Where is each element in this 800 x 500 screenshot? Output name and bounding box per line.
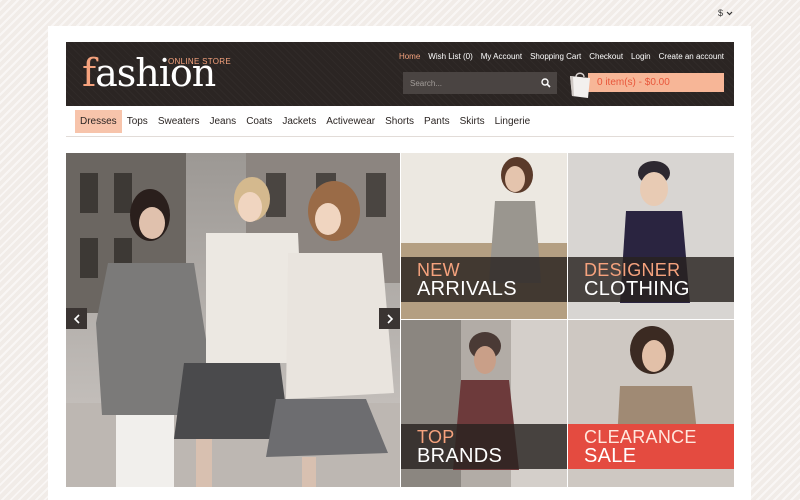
nav-skirts[interactable]: Skirts xyxy=(455,110,490,133)
banner-clearance-sale[interactable]: CLEARANCE SALE xyxy=(568,320,734,487)
nav-tops[interactable]: Tops xyxy=(122,110,153,133)
toplink-checkout[interactable]: Checkout xyxy=(589,52,623,61)
slider-next-button[interactable] xyxy=(379,308,400,329)
banner-line1: NEW xyxy=(417,260,460,280)
banner-line1: DESIGNER xyxy=(584,260,681,280)
nav-sweaters[interactable]: Sweaters xyxy=(153,110,205,133)
currency-symbol: $ xyxy=(718,8,724,18)
banner-caption: TOP BRANDS xyxy=(401,424,567,469)
site-header: fashion ONLINE STORE Home Wish List (0) … xyxy=(66,42,734,106)
logo-tagline: ONLINE STORE xyxy=(168,57,232,66)
banner-line1: TOP xyxy=(417,427,455,447)
chevron-left-icon xyxy=(73,313,80,324)
banner-caption: DESIGNER CLOTHING xyxy=(568,257,734,302)
toplink-cart[interactable]: Shopping Cart xyxy=(530,52,581,61)
hero-slider[interactable] xyxy=(66,153,400,487)
toplink-wishlist[interactable]: Wish List (0) xyxy=(428,52,472,61)
nav-activewear[interactable]: Activewear xyxy=(321,110,380,133)
banner-line2: SALE xyxy=(584,445,637,467)
search-icon xyxy=(541,78,551,88)
category-nav: Dresses Tops Sweaters Jeans Coats Jacket… xyxy=(66,107,734,137)
slider-prev-button[interactable] xyxy=(66,308,87,329)
banner-designer-clothing[interactable]: DESIGNER CLOTHING xyxy=(568,153,734,319)
logo[interactable]: fashion ONLINE STORE xyxy=(82,48,252,104)
toplink-home[interactable]: Home xyxy=(399,52,420,61)
nav-dresses[interactable]: Dresses xyxy=(75,110,122,133)
chevron-right-icon xyxy=(386,313,393,324)
top-links: Home Wish List (0) My Account Shopping C… xyxy=(399,52,724,61)
banner-line2: ARRIVALS xyxy=(417,278,517,300)
cart-summary[interactable]: 0 item(s) - $0.00 xyxy=(588,73,724,92)
search-input[interactable] xyxy=(403,72,535,94)
banner-line2: BRANDS xyxy=(417,445,503,467)
banner-caption: CLEARANCE SALE xyxy=(568,424,734,469)
nav-pants[interactable]: Pants xyxy=(419,110,455,133)
hero-image xyxy=(66,153,400,487)
nav-jeans[interactable]: Jeans xyxy=(205,110,242,133)
nav-coats[interactable]: Coats xyxy=(241,110,277,133)
logo-wordmark: fashion xyxy=(82,51,216,95)
cart-widget[interactable]: 0 item(s) - $0.00 xyxy=(569,68,724,100)
chevron-down-icon xyxy=(726,11,733,15)
currency-selector[interactable]: $ xyxy=(718,8,733,18)
banner-line1: CLEARANCE xyxy=(584,427,697,447)
nav-jackets[interactable]: Jackets xyxy=(277,110,321,133)
page-container: fashion ONLINE STORE Home Wish List (0) … xyxy=(48,26,751,500)
banner-caption: NEW ARRIVALS xyxy=(401,257,567,302)
toplink-register[interactable]: Create an account xyxy=(659,52,724,61)
toplink-account[interactable]: My Account xyxy=(481,52,522,61)
nav-lingerie[interactable]: Lingerie xyxy=(490,110,536,133)
banner-new-arrivals[interactable]: NEW ARRIVALS xyxy=(401,153,567,319)
search-bar xyxy=(403,72,557,94)
banner-line2: CLOTHING xyxy=(584,278,690,300)
nav-shorts[interactable]: Shorts xyxy=(380,110,419,133)
banner-top-brands[interactable]: TOP BRANDS xyxy=(401,320,567,487)
toplink-login[interactable]: Login xyxy=(631,52,651,61)
search-button[interactable] xyxy=(535,72,557,94)
shopping-bag-icon xyxy=(570,72,590,98)
